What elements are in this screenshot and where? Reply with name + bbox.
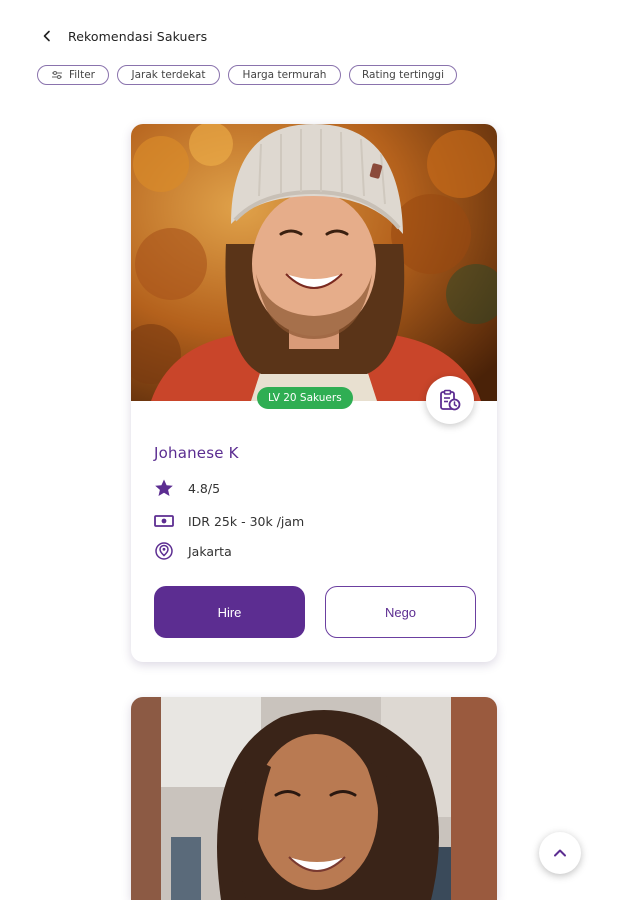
chip-harga-termurah[interactable]: Harga termurah [228,65,341,85]
page-title: Rekomendasi Sakuers [68,28,208,44]
schedule-button[interactable] [426,376,474,424]
chip-label: Harga termurah [242,69,327,81]
chip-rating-tertinggi[interactable]: Rating tertinggi [349,65,457,85]
rating-value: 4.8/5 [188,480,221,496]
scroll-to-top-button[interactable] [539,832,581,874]
location-pin-icon [154,541,174,561]
hire-button[interactable]: Hire [154,586,305,638]
filter-button[interactable]: Filter [37,65,109,85]
profile-photo [131,697,497,900]
worker-name: Johanese K [154,444,239,462]
price-value: IDR 25k - 30k /jam [188,513,305,529]
money-icon [154,511,174,531]
sakuer-card[interactable]: LV 20 Sakuers Johanese K 4.8/5 IDR 25k -… [131,124,497,662]
nego-button[interactable]: Nego [325,586,476,638]
price-row: IDR 25k - 30k /jam [154,511,304,531]
sakuer-card[interactable] [131,697,497,900]
clipboard-clock-icon [440,389,461,411]
chip-label: Rating tertinggi [361,69,445,81]
location-row: Jakarta [154,541,232,561]
chevron-left-icon[interactable] [42,30,52,42]
location-value: Jakarta [188,543,232,559]
chevron-up-icon [554,849,566,857]
back-button[interactable] [38,27,56,45]
star-icon [154,478,174,498]
sliders-icon [51,71,62,79]
filter-chips: Filter Jarak terdekat Harga termurah Rat… [37,65,457,85]
level-badge: LV 20 Sakuers [257,387,353,409]
filter-label: Filter [68,69,95,81]
chip-jarak-terdekat[interactable]: Jarak terdekat [117,65,220,85]
rating-row: 4.8/5 [154,478,220,498]
profile-photo [131,124,497,401]
chip-label: Jarak terdekat [131,69,206,81]
page-header: Rekomendasi Sakuers [38,25,207,47]
